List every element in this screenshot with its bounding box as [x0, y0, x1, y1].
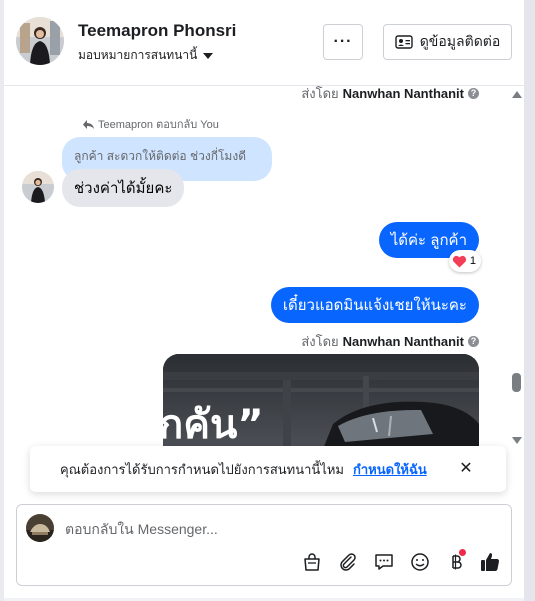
close-icon[interactable]: ✕	[458, 461, 474, 477]
saved-reply-icon[interactable]	[372, 550, 396, 574]
reply-arrow-icon	[83, 119, 94, 129]
reply-input[interactable]	[65, 519, 485, 539]
sent-by-name: Nanwhan Nanthanit	[342, 334, 464, 349]
image-attachment[interactable]: กคัน”	[163, 354, 479, 450]
heart-icon	[452, 255, 467, 267]
sent-by-label: ส่งโดย Nanwhan Nanthanit ?	[301, 331, 479, 352]
sent-by-label: ส่งโดย Nanwhan Nanthanit ?	[301, 86, 479, 104]
paperclip-icon[interactable]	[336, 550, 360, 574]
help-icon[interactable]: ?	[468, 336, 479, 347]
sent-by-name: Nanwhan Nanthanit	[342, 86, 464, 101]
image-overlay-text: กคัน”	[163, 402, 264, 448]
reply-note-text: Teemapron ตอบกลับ You	[98, 119, 219, 131]
outgoing-message-bubble[interactable]: เดี๋ยวแอดมินแจ้งเชยให้นะคะ	[270, 287, 479, 323]
car-photo: กคัน”	[163, 354, 479, 450]
contact-name[interactable]: Teemapron Phonsri	[78, 21, 236, 41]
scroll-down-arrow[interactable]	[512, 437, 522, 444]
view-contact-details-label: ดูข้อมูลติดต่อ	[419, 33, 501, 49]
thumbs-up-icon[interactable]	[478, 550, 502, 574]
message-thread[interactable]: ส่งโดย Nanwhan Nanthanit ? Teemapron ตอบ…	[4, 86, 524, 450]
page-avatar	[26, 514, 54, 542]
assignment-prompt: คุณต้องการได้รับการกำหนดไปยังการสนทนานี้…	[30, 446, 506, 492]
emoji-icon[interactable]	[408, 550, 432, 574]
reply-note: Teemapron ตอบกลับ You	[82, 115, 219, 133]
sender-avatar[interactable]	[22, 171, 54, 203]
more-icon: ···	[333, 33, 353, 50]
incoming-message-bubble[interactable]: ช่วงค่าได้มั้ยคะ	[62, 169, 185, 207]
sent-by-prefix: ส่งโดย	[301, 334, 339, 349]
sent-by-prefix: ส่งโดย	[301, 86, 339, 101]
assign-to-me-link[interactable]: กำหนดให้ฉัน	[353, 459, 427, 480]
view-contact-details-button[interactable]: ดูข้อมูลติดต่อ	[383, 24, 512, 60]
reaction-badge[interactable]: 1	[448, 250, 481, 272]
assign-label: มอบหมายการสนทนานี้	[78, 48, 198, 62]
scrollbar-thumb[interactable]	[512, 373, 521, 392]
contact-card-icon	[395, 35, 413, 49]
help-icon[interactable]: ?	[468, 88, 479, 99]
more-options-button[interactable]: ···	[323, 24, 363, 60]
shopping-bag-icon[interactable]	[300, 550, 324, 574]
reaction-count: 1	[469, 255, 476, 267]
message-composer	[16, 504, 512, 586]
notification-dot	[459, 549, 466, 556]
outgoing-message-text: เดี๋ยวแอดมินแจ้งเชยให้นะคะ	[282, 297, 467, 314]
conversation-header: Teemapron Phonsri มอบหมายการสนทนานี้ ···…	[4, 0, 524, 86]
outgoing-message-text: ได้ค่ะ ลูกค้า	[390, 232, 467, 249]
chevron-down-icon	[203, 52, 214, 59]
right-edge	[524, 0, 535, 601]
assign-dropdown[interactable]: มอบหมายการสนทนานี้	[78, 46, 214, 65]
contact-avatar[interactable]	[16, 17, 64, 65]
assignment-prompt-text: คุณต้องการได้รับการกำหนดไปยังการสนทนานี้…	[60, 461, 344, 477]
incoming-message-text: ช่วงค่าได้มั้ยคะ	[74, 180, 173, 197]
conversation-panel: Teemapron Phonsri มอบหมายการสนทนานี้ ···…	[4, 0, 524, 598]
scroll-up-arrow[interactable]	[512, 91, 522, 98]
